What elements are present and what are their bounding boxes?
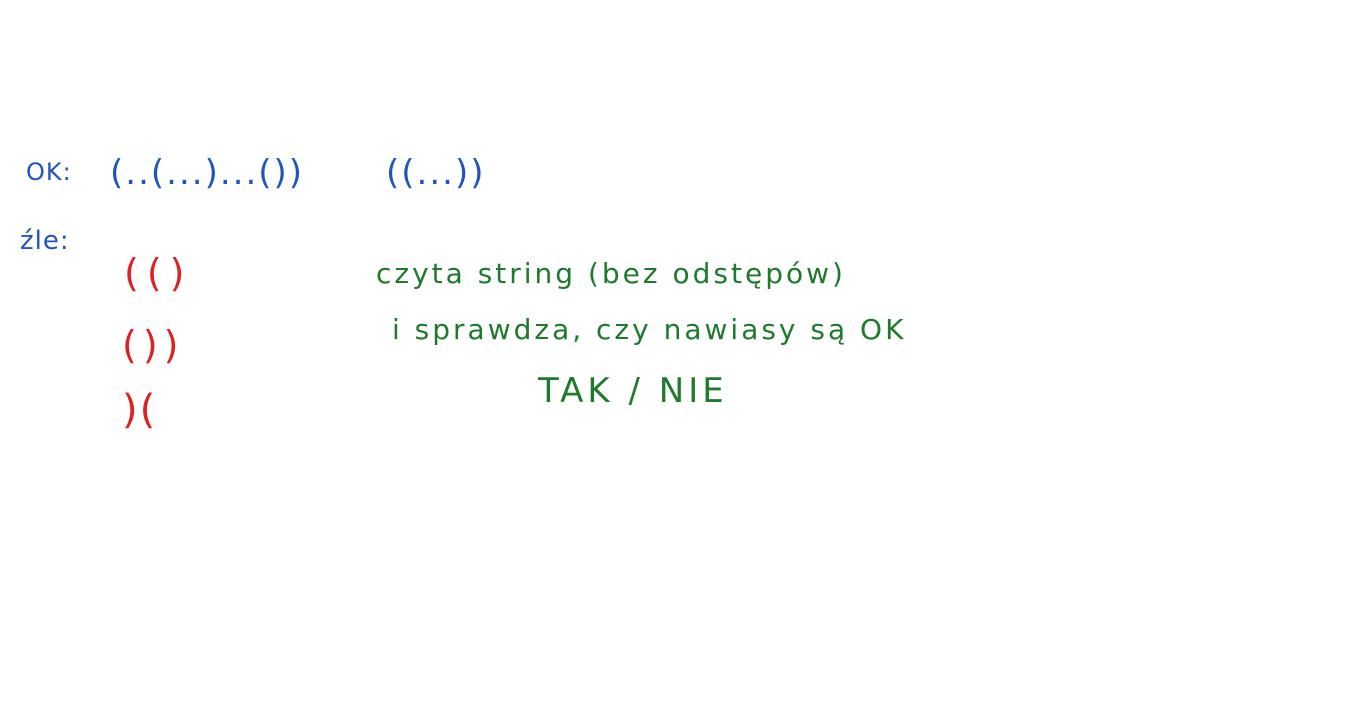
ok-example: (..(...)...()): [110, 153, 305, 193]
ok-label: OK:: [26, 158, 72, 186]
whiteboard-canvas: OK: (..(...)...()) ((...)) źle: (() ()) …: [0, 0, 1366, 705]
bad-example: )(: [122, 387, 158, 433]
task-answer-line: TAK / NIE: [538, 371, 728, 411]
task-description-line: i sprawdza, czy nawiasy są OK: [392, 313, 907, 346]
bad-example: ()): [122, 323, 185, 367]
task-description-line: czyta string (bez odstępów): [376, 257, 846, 290]
bad-label: źle:: [20, 226, 70, 256]
bad-example: ((): [124, 251, 193, 295]
ok-example: ((...)): [386, 153, 486, 193]
